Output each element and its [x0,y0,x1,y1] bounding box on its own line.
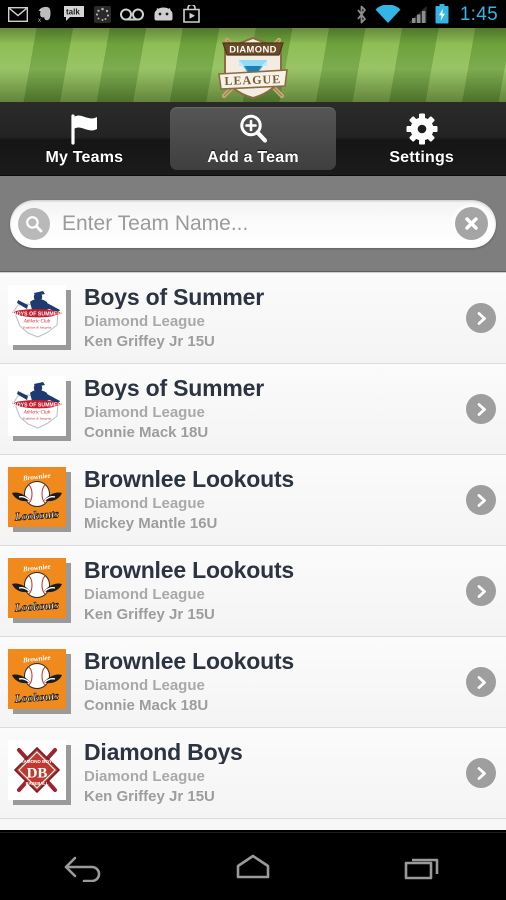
battery-charging-icon [435,4,449,24]
status-bar-system-icons: 1:45 [355,4,498,24]
app-banner: DIAMOND LEAGUE [0,28,506,102]
chevron-right-icon[interactable] [466,303,496,333]
main-tab-bar: My Teams Add a Team Settings [0,102,506,176]
team-results-list[interactable]: BOYS OF SUMMER Athletic Club Tradition &… [0,272,506,830]
bluetooth-icon [357,5,366,23]
team-list-item[interactable]: BOYS OF SUMMER Athletic Club Tradition &… [0,273,506,364]
brownlee-lookouts-logo: Brownlee Lookouts [8,467,66,527]
search-bar-container [0,176,506,272]
svg-text:BASEBALL: BASEBALL [26,781,49,786]
team-logo: Brownlee Lookouts [8,649,72,715]
tab-add-a-team[interactable]: Add a Team [169,107,337,170]
app-root: x talk 1:45 DIAMOND LEAGUE My Teams Add … [0,0,506,900]
svg-text:Tradition & Integrity: Tradition & Integrity [23,417,52,421]
boys-of-summer-logo: BOYS OF SUMMER Athletic Club Tradition &… [8,285,66,345]
team-list-item[interactable]: Brownlee Lookouts Brownlee Lookouts Diamo… [0,637,506,728]
team-division: Mickey Mantle 16U [84,514,218,532]
team-name: Brownlee Lookouts [84,466,295,491]
team-name: Brownlee Lookouts [84,648,295,673]
logo-top-text: DIAMOND [229,44,277,55]
svg-text:DIAMOND BOYS: DIAMOND BOYS [19,759,55,764]
team-league: Diamond League [84,585,205,603]
team-logo: Brownlee Lookouts [8,467,72,533]
voicemail-icon [120,8,144,20]
svg-text:Tradition & Integrity: Tradition & Integrity [23,326,52,330]
magnifier-icon [18,207,50,240]
chevron-right-icon[interactable] [466,667,496,697]
status-bar: x talk 1:45 [0,0,506,28]
svg-text:Athletic Club: Athletic Club [23,320,51,325]
brownlee-lookouts-logo: Brownlee Lookouts [8,649,66,709]
svg-text:Athletic Club: Athletic Club [23,411,51,416]
diamond-league-logo: DIAMOND LEAGUE [218,36,288,100]
status-bar-notification-icons: x talk [8,5,355,23]
gmail-icon [8,6,28,22]
team-info: Brownlee Lookouts Diamond League Connie Ma… [84,649,460,716]
chevron-right-icon[interactable] [466,394,496,424]
back-icon[interactable] [39,842,129,892]
tab-my-teams[interactable]: My Teams [1,107,168,170]
flag-icon [67,111,101,147]
clear-x-icon[interactable] [455,207,488,240]
wifi-icon [375,4,401,23]
team-league: Diamond League [84,767,205,785]
tab-settings[interactable]: Settings [338,107,505,170]
diamond-boys-logo: DIAMOND BOYS DB BASEBALL [8,740,66,800]
brownlee-lookouts-logo: Brownlee Lookouts [8,558,66,618]
svg-text:BOYS OF SUMMER: BOYS OF SUMMER [13,311,62,317]
boys-of-summer-logo: BOYS OF SUMMER Athletic Club Tradition &… [8,376,66,436]
chevron-right-icon[interactable] [466,485,496,515]
team-info: Boys of Summer Diamond League Ken Griffey … [84,285,460,352]
team-logo: BOYS OF SUMMER Athletic Club Tradition &… [8,376,72,442]
chevron-right-icon[interactable] [466,576,496,606]
team-info: Brownlee Lookouts Diamond League Mickey Ma… [84,467,460,534]
chevron-right-icon[interactable] [466,758,496,788]
team-league: Diamond League [84,494,205,512]
android-navigation-bar [0,832,506,900]
svg-text:talk: talk [66,8,80,17]
android-icon [154,7,173,21]
team-logo: BOYS OF SUMMER Athletic Club Tradition &… [8,285,72,351]
google-talk-icon: talk [64,6,84,21]
play-store-icon [183,5,200,23]
evernote-icon: x [38,6,51,23]
gear-icon [405,111,439,147]
team-info: Brownlee Lookouts Diamond League Ken Griff… [84,558,460,625]
team-division: Connie Mack 18U [84,696,209,714]
cell-signal-icon [408,5,427,23]
search-input[interactable] [50,211,455,236]
tab-my-teams-label: My Teams [45,148,124,166]
team-league: Diamond League [84,676,205,694]
team-league: Diamond League [84,403,205,421]
team-division: Connie Mack 18U [84,423,209,441]
team-name: Diamond Boys [84,739,243,764]
team-division: Ken Griffey Jr 15U [84,605,215,623]
team-name: Boys of Summer [84,375,264,400]
search-plus-icon [236,111,270,147]
status-bar-clock: 1:45 [459,3,498,25]
team-list-item[interactable]: Brownlee Lookouts Brownlee Lookouts Diamo… [0,455,506,546]
team-list-item[interactable]: Brownlee Lookouts Brownlee Lookouts Diamo… [0,546,506,637]
team-league: Diamond League [84,312,205,330]
svg-text:DB: DB [27,766,48,782]
team-logo: Brownlee Lookouts [8,558,72,624]
recents-icon[interactable] [377,842,467,892]
home-icon[interactable] [208,842,298,892]
team-info: Diamond Boys Diamond League Ken Griffey Jr… [84,740,460,807]
team-info: Boys of Summer Diamond League Connie Mack … [84,376,460,443]
search-box[interactable] [10,199,496,248]
logo-bottom-text: LEAGUE [224,72,281,88]
team-name: Brownlee Lookouts [84,557,295,582]
tab-add-a-team-label: Add a Team [207,148,299,166]
team-division: Ken Griffey Jr 15U [84,787,215,805]
team-list-item[interactable]: BOYS OF SUMMER Athletic Club Tradition &… [0,364,506,455]
team-logo: DIAMOND BOYS DB BASEBALL [8,740,72,806]
svg-text:BOYS OF SUMMER: BOYS OF SUMMER [13,402,62,408]
svg-text:x: x [38,18,41,23]
tab-settings-label: Settings [389,148,455,166]
team-name: Boys of Summer [84,284,264,309]
team-list-item[interactable]: DIAMOND BOYS DB BASEBALL Diamond Boys Dia… [0,728,506,819]
sync-icon [94,5,111,23]
team-division: Ken Griffey Jr 15U [84,332,215,350]
